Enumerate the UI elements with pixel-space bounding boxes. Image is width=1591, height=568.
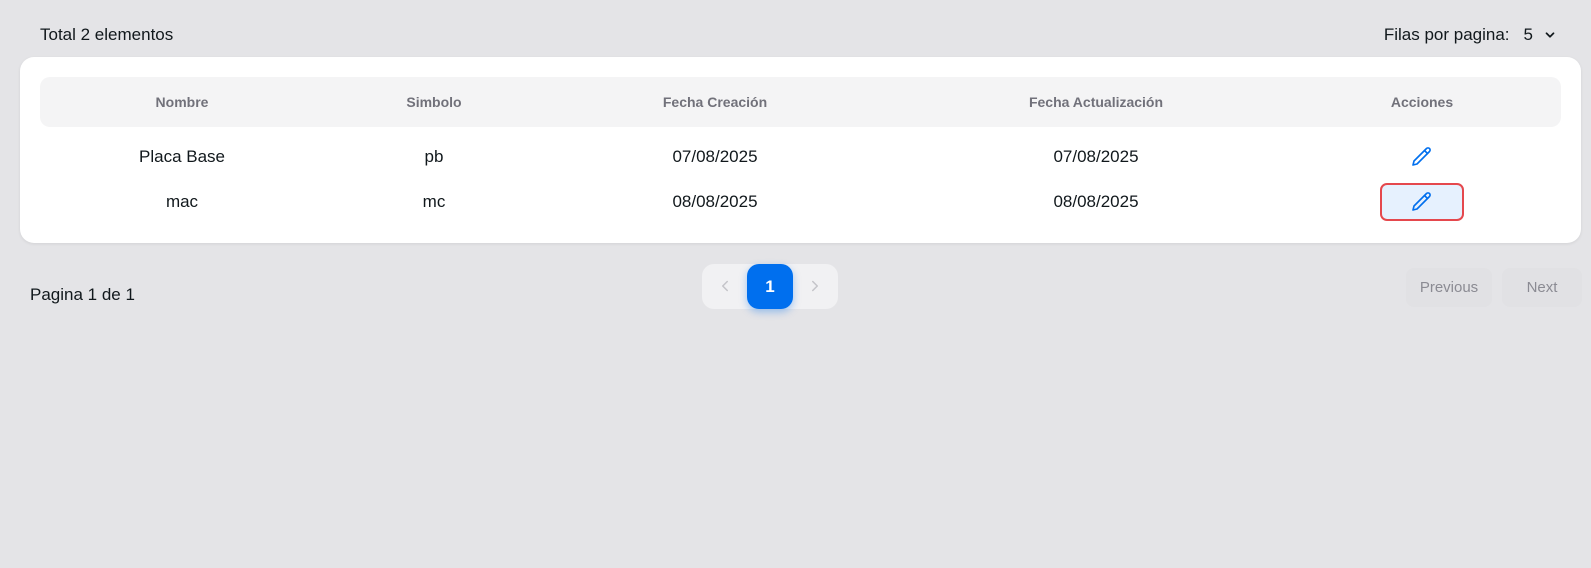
table-card: Nombre Simbolo Fecha Creación Fecha Actu… — [20, 57, 1581, 243]
cell-fecha-actualizacion: 08/08/2025 — [1053, 192, 1139, 211]
chevron-left-icon[interactable] — [716, 277, 734, 295]
chevron-right-icon[interactable] — [806, 277, 824, 295]
page-number-current[interactable]: 1 — [747, 264, 793, 309]
table-row: mac mc 08/08/2025 08/08/2025 — [40, 180, 1561, 224]
cell-fecha-creacion: 07/08/2025 — [672, 147, 758, 166]
rows-per-page-select[interactable]: 5 — [1524, 25, 1557, 45]
rows-per-page-value: 5 — [1523, 25, 1533, 44]
table-header: Nombre Simbolo Fecha Creación Fecha Actu… — [40, 77, 1561, 127]
rows-per-page: Filas por pagina: 5 — [1384, 25, 1557, 45]
pencil-icon — [1412, 147, 1431, 166]
cell-simbolo: pb — [424, 147, 444, 166]
previous-button[interactable]: Previous — [1406, 268, 1492, 307]
column-header-nombre[interactable]: Nombre — [156, 94, 209, 110]
column-header-acciones: Acciones — [1390, 94, 1454, 110]
column-header-simbolo[interactable]: Simbolo — [406, 94, 461, 110]
pagination: 1 — [702, 264, 838, 309]
edit-button[interactable] — [1380, 138, 1464, 176]
chevron-down-icon — [1545, 32, 1555, 38]
column-header-fecha-creacion[interactable]: Fecha Creación — [663, 94, 767, 110]
next-button[interactable]: Next — [1502, 268, 1582, 307]
column-header-fecha-actualizacion[interactable]: Fecha Actualización — [1029, 94, 1163, 110]
pencil-icon — [1412, 192, 1431, 211]
table-row: Placa Base pb 07/08/2025 07/08/2025 — [40, 135, 1561, 179]
rows-per-page-label: Filas por pagina: — [1383, 25, 1510, 44]
cell-nombre: Placa Base — [139, 147, 225, 166]
cell-nombre: mac — [165, 192, 199, 211]
edit-button[interactable] — [1380, 183, 1464, 221]
cell-fecha-actualizacion: 07/08/2025 — [1053, 147, 1139, 166]
cell-fecha-creacion: 08/08/2025 — [672, 192, 758, 211]
page-info: Pagina 1 de 1 — [30, 285, 135, 304]
cell-simbolo: mc — [422, 192, 446, 211]
total-count: Total 2 elementos — [40, 25, 174, 44]
